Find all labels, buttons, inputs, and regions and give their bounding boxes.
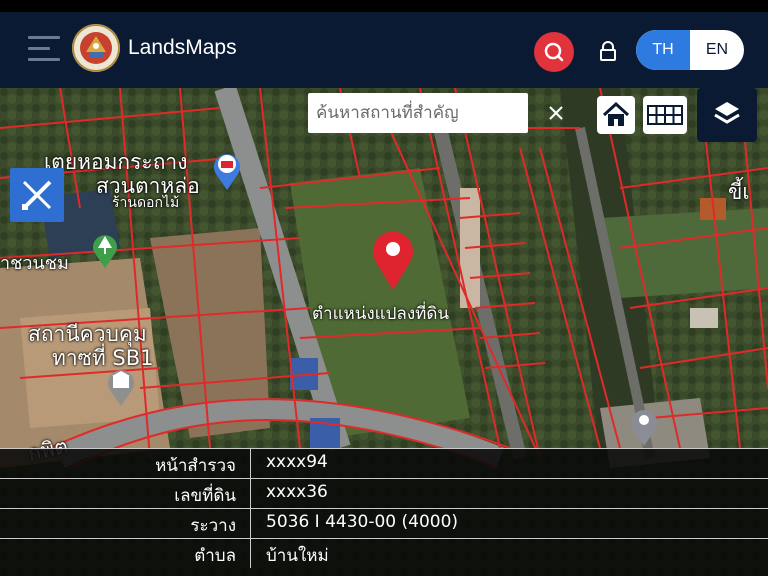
landsmaps-app: LandsMaps TH EN เตยหอมกระถาง สวนตาหล่อ ร… (0, 12, 768, 576)
map-label-station-2: ทาซที่ SB1 (52, 346, 154, 370)
language-toggle: TH EN (636, 30, 744, 70)
info-value: xxxx94 (266, 452, 328, 472)
app-header: LandsMaps TH EN (0, 12, 768, 88)
info-label: ตำบล (194, 546, 236, 566)
place-search-input[interactable] (308, 93, 528, 133)
menu-icon[interactable] (28, 36, 60, 62)
brand-title: LandsMaps (128, 36, 237, 59)
search-icon (544, 42, 564, 62)
home-icon (602, 101, 630, 126)
info-label: หน้าสำรวจ (155, 456, 236, 476)
info-label: ระวาง (190, 516, 236, 536)
home-button[interactable] (597, 96, 635, 134)
parcel-location-label: ตำแหน่งแปลงที่ดิน (312, 304, 450, 324)
info-label: เลขที่ดิน (174, 486, 236, 506)
layers-icon (714, 102, 740, 124)
info-value: xxxx36 (266, 482, 328, 502)
department-logo (72, 24, 120, 72)
lang-th-button[interactable]: TH (636, 30, 690, 70)
lang-en-button[interactable]: EN (690, 30, 744, 70)
poi-marker-icon[interactable] (627, 406, 661, 446)
map-label-left-edge: าชวนชม (0, 253, 69, 274)
info-row: ระวาง 5036 I 4430-00 (4000) (0, 508, 768, 538)
map-label-right-edge: ขี้เ (728, 180, 750, 204)
grid-icon (647, 105, 683, 125)
info-value: บ้านใหม่ (266, 546, 329, 566)
info-value: 5036 I 4430-00 (4000) (266, 512, 459, 532)
measure-icon (22, 180, 52, 210)
layers-button[interactable] (697, 88, 757, 142)
info-row: ตำบล บ้านใหม่ (0, 538, 768, 568)
info-row: เลขที่ดิน xxxx36 (0, 478, 768, 508)
search-button[interactable] (534, 32, 574, 72)
park-marker-icon[interactable] (90, 230, 120, 268)
close-icon (549, 106, 563, 120)
info-row: หน้าสำรวจ xxxx94 (0, 448, 768, 478)
map-label-flower-shop: ร้านดอกไม้ (112, 195, 180, 211)
place-search-box (308, 93, 528, 133)
measure-tool-button[interactable] (10, 168, 64, 222)
shop-marker-icon[interactable] (210, 150, 244, 190)
lock-icon[interactable] (597, 40, 619, 62)
close-search-button[interactable] (534, 96, 578, 130)
grid-button[interactable] (643, 96, 687, 134)
parcel-info-panel: หน้าสำรวจ xxxx94 เลขที่ดิน xxxx36 ระวาง … (0, 448, 768, 576)
parcel-pin-icon[interactable] (370, 228, 416, 290)
